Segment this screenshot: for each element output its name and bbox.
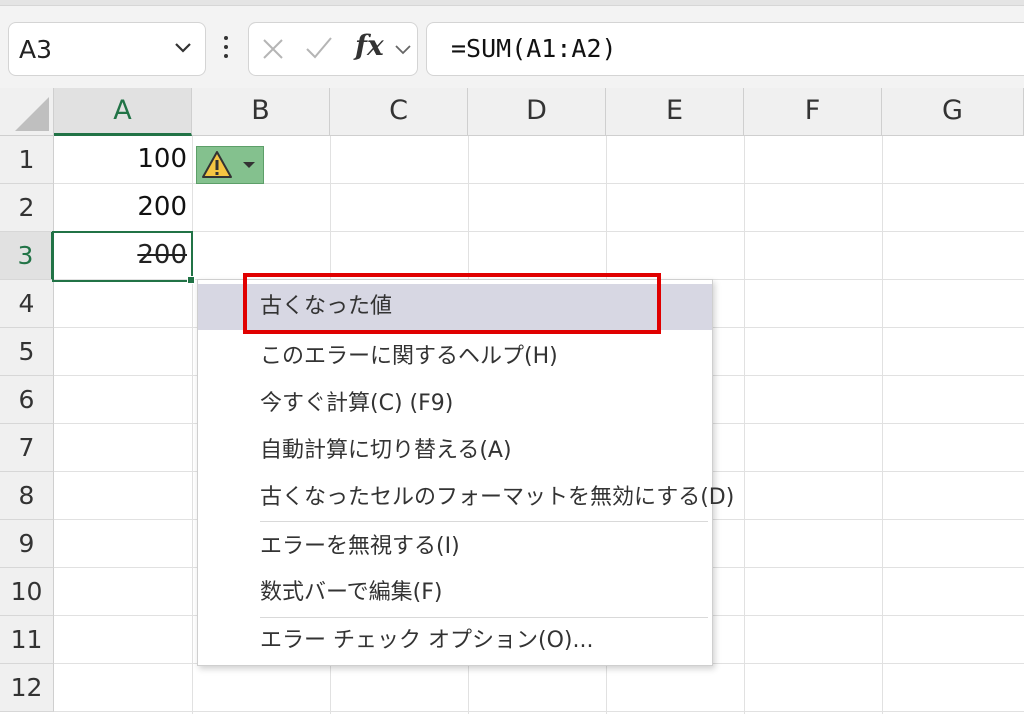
cell-a2[interactable]: 200: [54, 184, 187, 232]
gridline: [882, 136, 883, 714]
column-header-e[interactable]: E: [606, 88, 744, 136]
menu-item-help[interactable]: このエラーに関するヘルプ(H): [198, 334, 712, 380]
cell-a1[interactable]: 100: [54, 136, 187, 184]
menu-item-ignore-error[interactable]: エラーを無視する(I): [198, 524, 712, 570]
row-header-10[interactable]: 10: [0, 568, 54, 616]
formula-text: =SUM(A1:A2): [451, 34, 617, 63]
fx-chevron-down-icon[interactable]: [393, 39, 413, 59]
error-smart-tag-button[interactable]: [196, 146, 264, 184]
error-context-menu: 古くなった値 このエラーに関するヘルプ(H) 今すぐ計算(C) (F9) 自動計…: [197, 279, 734, 666]
menu-item-auto-calculate[interactable]: 自動計算に切り替える(A): [198, 428, 712, 474]
row-header-9[interactable]: 9: [0, 520, 54, 568]
select-all-corner[interactable]: [0, 88, 54, 136]
column-header-d[interactable]: D: [468, 88, 606, 136]
insert-function-button[interactable]: fx: [355, 29, 384, 62]
gridline: [54, 231, 1024, 232]
column-header-b[interactable]: B: [192, 88, 330, 136]
row-header-11[interactable]: 11: [0, 616, 54, 664]
formula-input[interactable]: =SUM(A1:A2): [426, 22, 1024, 76]
column-header-f[interactable]: F: [744, 88, 882, 136]
gridline: [744, 136, 745, 714]
formula-bar: A3 fx =SUM(A1:A2): [0, 6, 1024, 88]
active-cell-border: [52, 231, 193, 282]
cell-a2-value: 200: [137, 192, 187, 222]
row-header-4[interactable]: 4: [0, 280, 54, 328]
row-header-12[interactable]: 12: [0, 664, 54, 712]
cell-a1-value: 100: [137, 144, 187, 174]
column-header-g[interactable]: G: [882, 88, 1024, 136]
row-header-2[interactable]: 2: [0, 184, 54, 232]
more-options-icon[interactable]: [222, 36, 230, 62]
row-header-3[interactable]: 3: [0, 232, 54, 280]
dropdown-arrow-icon: [243, 162, 255, 168]
menu-item-stale-value: 古くなった値: [198, 284, 712, 330]
column-header-c[interactable]: C: [330, 88, 468, 136]
gridline: [54, 711, 1024, 712]
fill-handle[interactable]: [187, 276, 195, 284]
menu-item-calculate-now[interactable]: 今すぐ計算(C) (F9): [198, 381, 712, 427]
menu-item-edit-formula-bar[interactable]: 数式バーで編集(F): [198, 570, 712, 616]
row-header-6[interactable]: 6: [0, 376, 54, 424]
menu-item-disable-stale-format[interactable]: 古くなったセルのフォーマットを無効にする(D): [198, 475, 734, 521]
warning-icon: [202, 151, 232, 178]
row-header-5[interactable]: 5: [0, 328, 54, 376]
chevron-down-icon[interactable]: [171, 35, 195, 59]
row-header-8[interactable]: 8: [0, 472, 54, 520]
formula-controls: fx: [248, 22, 418, 76]
row-header-1[interactable]: 1: [0, 136, 54, 184]
gridline: [192, 136, 193, 714]
column-header-a[interactable]: A: [54, 88, 192, 136]
row-header-7[interactable]: 7: [0, 424, 54, 472]
menu-separator: [260, 521, 708, 522]
enter-check-icon[interactable]: [305, 35, 333, 61]
menu-item-error-check-options[interactable]: エラー チェック オプション(O)...: [198, 618, 712, 664]
cancel-icon[interactable]: [261, 37, 285, 61]
name-box[interactable]: A3: [8, 22, 206, 76]
name-box-value: A3: [19, 35, 53, 64]
